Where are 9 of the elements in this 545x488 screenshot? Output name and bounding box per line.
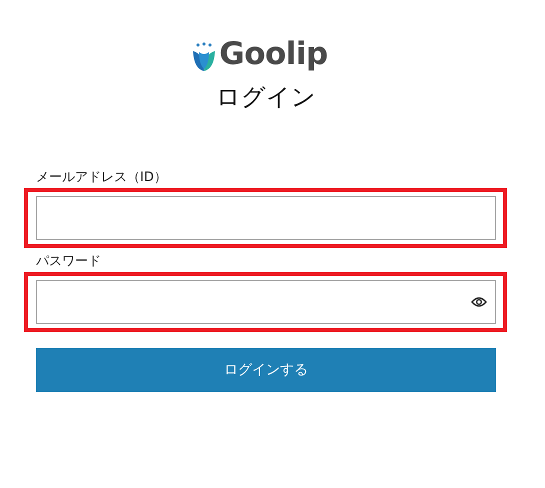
field-label: パスワード: [36, 254, 102, 270]
eye-icon[interactable]: [471, 296, 487, 308]
email-field[interactable]: [36, 196, 496, 240]
logo-text: Goolip: [219, 36, 328, 72]
page-title: ログイン: [216, 82, 316, 112]
tulip-logo-icon: [192, 42, 216, 72]
password-field[interactable]: [36, 280, 496, 324]
login-button[interactable]: ログインする: [36, 348, 496, 392]
field-label: メールアドレス（ID）: [36, 170, 168, 186]
